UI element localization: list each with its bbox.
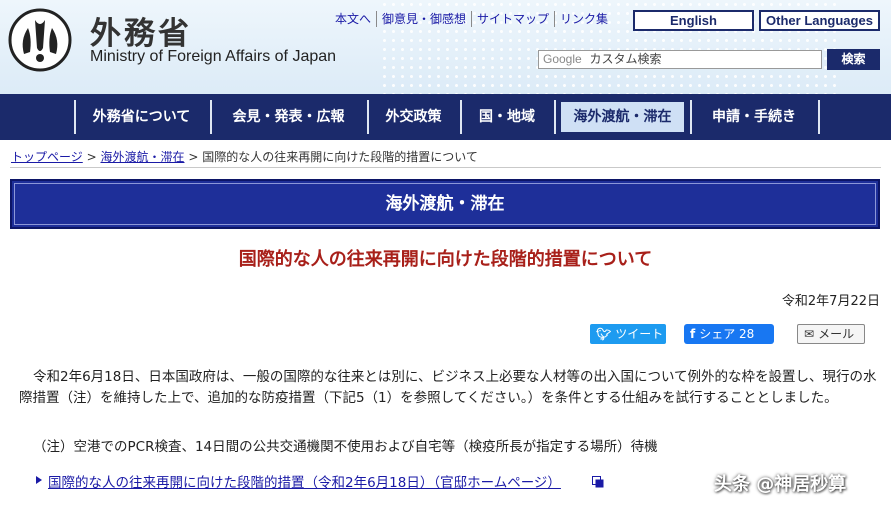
external-link-icon [592, 476, 604, 488]
tweet-label: ツイート [615, 327, 664, 341]
section-title: 海外渡航・滞在 [14, 183, 876, 225]
util-link-main[interactable]: 本文へ [330, 11, 376, 27]
utility-links: 本文へ 御意見・御感想 サイトマップ リンク集 [330, 11, 613, 27]
site-header: 外務省 Ministry of Foreign Affairs of Japan… [0, 0, 891, 94]
site-title-en[interactable]: Ministry of Foreign Affairs of Japan [90, 48, 336, 66]
divider [10, 167, 881, 168]
google-logo: Google [543, 52, 582, 66]
breadcrumb: トップページ > 海外渡航・滞在 > 国際的な人の往来再開に向けた段階的措置につ… [11, 148, 478, 165]
nav-item-policy[interactable]: 外交政策 [369, 102, 458, 132]
mofa-emblem-icon[interactable] [8, 8, 72, 72]
breadcrumb-separator: > [188, 150, 199, 164]
search-placeholder: カスタム検索 [589, 52, 662, 66]
breadcrumb-current: 国際的な人の往来再開に向けた段階的措置について [202, 150, 478, 164]
envelope-icon: ✉ [804, 327, 815, 341]
util-link-links[interactable]: リンク集 [554, 11, 613, 27]
breadcrumb-separator: > [86, 150, 97, 164]
publish-date: 令和2年7月22日 [781, 294, 880, 309]
nav-item-about[interactable]: 外務省について [76, 102, 207, 132]
twitter-bird-icon: 🐦︎ [596, 327, 612, 341]
util-link-sitemap[interactable]: サイトマップ [471, 11, 554, 27]
breadcrumb-top[interactable]: トップページ [11, 150, 83, 164]
site-title-jp[interactable]: 外務省 [90, 8, 192, 53]
nav-divider [554, 100, 556, 134]
watermark: 头条 @神居秒算 [714, 474, 847, 495]
util-link-feedback[interactable]: 御意見・御感想 [376, 11, 471, 27]
tweet-button[interactable]: 🐦︎ ツイート [590, 324, 666, 344]
search-button[interactable]: 検索 [827, 49, 880, 70]
facebook-share-button[interactable]: f シェア 28 [684, 324, 774, 344]
english-button[interactable]: English [633, 10, 754, 31]
facebook-share-label: シェア 28 [699, 327, 755, 341]
nav-item-regions[interactable]: 国・地域 [462, 102, 552, 132]
nav-item-procedures[interactable]: 申請・手続き [692, 102, 816, 132]
nav-item-press[interactable]: 会見・発表・広報 [212, 102, 365, 132]
note-text: （注）空港でのPCR検査、14日間の公共交通機関不使用および自宅等（検疫所長が指… [33, 439, 658, 455]
nav-item-travel[interactable]: 海外渡航・滞在 [561, 102, 684, 132]
mail-label: メール [818, 327, 855, 341]
breadcrumb-travel[interactable]: 海外渡航・滞在 [100, 150, 184, 164]
page-title: 国際的な人の往来再開に向けた段階的措置について [238, 249, 653, 270]
main-nav: 外務省について 会見・発表・広報 外交政策 国・地域 海外渡航・滞在 申請・手続… [0, 94, 891, 140]
search-input[interactable]: Google カスタム検索 [538, 50, 822, 69]
facebook-icon: f [690, 327, 696, 341]
section-banner: 海外渡航・滞在 [10, 179, 880, 229]
nav-divider [818, 100, 820, 134]
intro-paragraph: 令和2年6月18日、日本国政府は、一般の国際的な往来とは別に、ビジネス上必要な人… [19, 369, 877, 406]
other-languages-button[interactable]: Other Languages [759, 10, 880, 31]
kantei-link[interactable]: 国際的な人の往来再開に向けた段階的措置（令和2年6月18日）（官邸ホームページ） [36, 471, 561, 491]
mail-button[interactable]: ✉ メール [797, 324, 865, 344]
